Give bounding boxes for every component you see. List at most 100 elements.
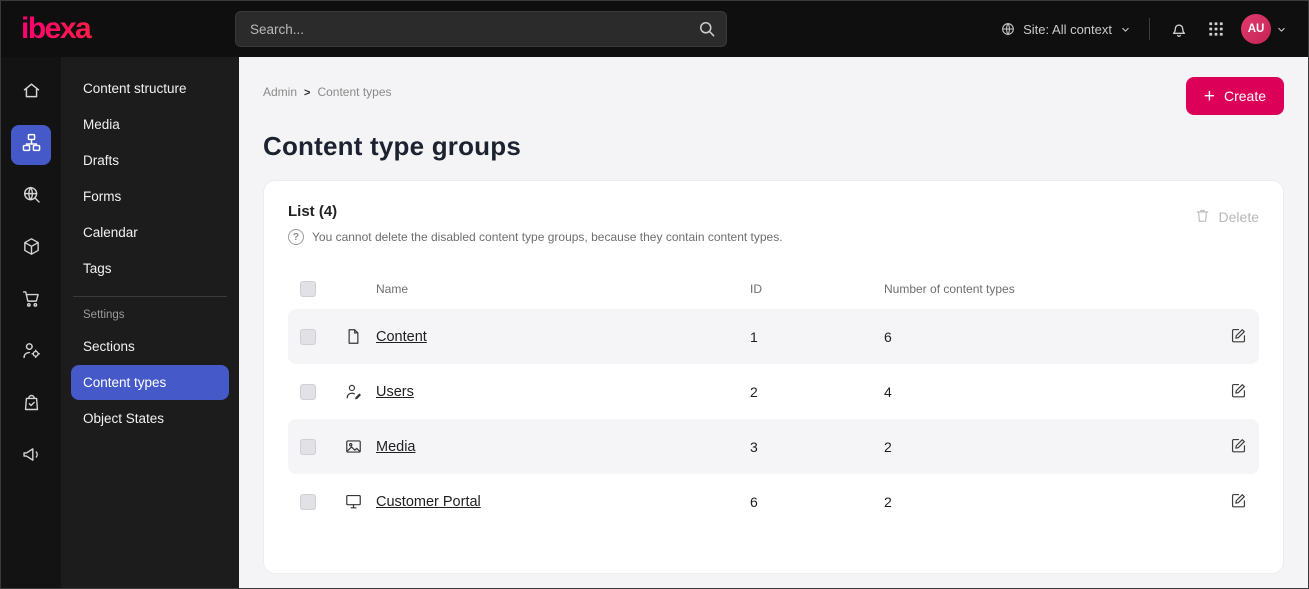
home-icon [21,80,42,106]
column-header-id: ID [750,282,762,296]
breadcrumb-current[interactable]: Content types [317,85,391,99]
topbar-controls: Site: All context AU [1000,14,1288,44]
site-context-label: Site: All context [1023,21,1112,37]
rail-item-commerce[interactable] [11,281,51,321]
table-row: Content 1 6 [288,309,1259,364]
chevron-down-icon [1275,23,1288,36]
product-catalog-icon [21,236,42,262]
content-type-groups-table: Name ID Number of content types Content … [288,269,1259,529]
search-icon[interactable] [697,19,717,39]
topbar-divider [1149,18,1150,40]
edit-button[interactable] [1217,324,1259,350]
app-window: ibexa Site: All context [0,0,1309,589]
sidebar-item-sections[interactable]: Sections [71,329,229,364]
table-row: Media 3 2 [288,419,1259,474]
breadcrumb-separator: > [304,87,311,99]
list-title: List (4) [288,203,338,220]
content-tree-icon [21,132,42,158]
create-button[interactable]: + Create [1185,77,1284,115]
order-bag-icon [21,392,42,418]
sidebar-item-forms[interactable]: Forms [71,179,229,214]
table-row: Customer Portal 6 2 [288,474,1259,529]
delete-button-label: Delete [1218,209,1259,225]
chevron-down-icon [1119,23,1132,36]
row-checkbox[interactable] [300,438,316,455]
trash-icon [1194,207,1211,227]
edit-icon [1229,383,1248,403]
rail-item-marketing[interactable] [11,437,51,477]
edit-icon [1229,493,1248,513]
app-switcher-button[interactable] [1204,17,1228,41]
main-content: Admin > Content types + Create Content typ… [239,57,1308,588]
icon-rail [1,57,61,588]
group-link-media[interactable]: Media [376,439,750,455]
delete-button[interactable]: Delete [1194,207,1259,227]
row-checkbox[interactable] [300,383,316,400]
rail-item-admin[interactable] [11,333,51,373]
megaphone-icon [21,444,42,470]
globe-icon [1000,21,1016,37]
edit-button[interactable] [1217,489,1259,515]
help-icon: ? [288,229,304,245]
rail-item-content[interactable] [11,125,51,165]
rail-item-orders[interactable] [11,385,51,425]
sidebar-item-media[interactable]: Media [71,107,229,142]
app-grid-icon [1206,19,1226,39]
users-icon [344,382,363,401]
sidebar-item-content-structure[interactable]: Content structure [71,71,229,106]
media-image-icon [344,437,363,456]
group-id: 1 [750,328,758,345]
ibexa-logo[interactable]: ibexa [21,12,235,46]
sidebar-item-calendar[interactable]: Calendar [71,215,229,250]
edit-icon [1229,328,1248,348]
global-search [235,11,1000,47]
site-context-selector[interactable]: Site: All context [1000,21,1132,37]
group-link-customer-portal[interactable]: Customer Portal [376,494,750,510]
user-settings-icon [21,340,42,366]
sidebar: Content structure Media Drafts Forms Cal… [61,57,239,588]
select-all-checkbox[interactable] [300,281,316,297]
sidebar-divider [73,296,227,297]
table-header-row: Name ID Number of content types [288,269,1259,309]
notifications-button[interactable] [1167,17,1191,41]
group-id: 3 [750,438,758,455]
sidebar-item-tags[interactable]: Tags [71,251,229,286]
row-checkbox[interactable] [300,493,316,510]
group-count: 4 [884,383,892,400]
group-count: 6 [884,328,892,345]
search-input[interactable] [235,11,727,47]
sidebar-item-object-states[interactable]: Object States [71,401,229,436]
user-menu[interactable]: AU [1241,14,1288,44]
breadcrumb-admin[interactable]: Admin [263,85,297,99]
rail-item-product-catalog[interactable] [11,229,51,269]
group-count: 2 [884,438,892,455]
column-header-name: Name [376,282,409,296]
group-id: 2 [750,383,758,400]
bell-icon [1169,19,1189,39]
content-type-groups-card: List (4) ? You cannot delete the disable… [263,180,1284,574]
cart-icon [21,288,42,314]
avatar: AU [1241,14,1271,44]
table-row: Users 2 4 [288,364,1259,419]
sidebar-section-label: Settings [83,309,125,321]
site-search-globe-icon [21,184,42,210]
rail-item-dashboard[interactable] [11,73,51,113]
group-id: 6 [750,493,758,510]
edit-icon [1229,438,1248,458]
page-title: Content type groups [263,131,522,161]
group-link-users[interactable]: Users [376,384,750,400]
breadcrumb: Admin > Content types [263,77,392,99]
group-link-content[interactable]: Content [376,329,750,345]
edit-button[interactable] [1217,434,1259,460]
content-file-icon [344,327,363,346]
info-text: You cannot delete the disabled content t… [312,230,783,244]
edit-button[interactable] [1217,379,1259,405]
column-header-count: Number of content types [884,282,1015,296]
row-checkbox[interactable] [300,328,316,345]
create-button-label: Create [1223,88,1266,104]
group-count: 2 [884,493,892,510]
sidebar-item-content-types[interactable]: Content types [71,365,229,400]
rail-item-search[interactable] [11,177,51,217]
sidebar-item-drafts[interactable]: Drafts [71,143,229,178]
topbar: ibexa Site: All context [1,1,1308,57]
